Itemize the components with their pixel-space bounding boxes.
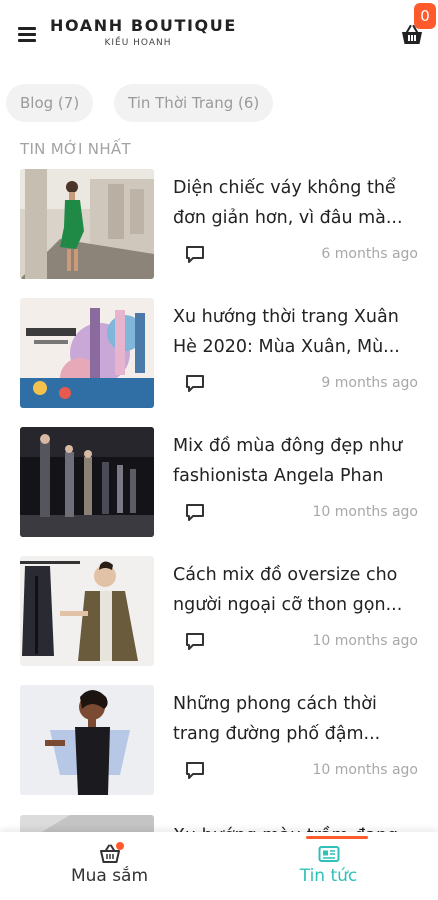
hamburger-menu-icon[interactable] bbox=[18, 27, 36, 43]
comment-icon[interactable] bbox=[184, 632, 206, 652]
bottom-navigation: Mua sắm Tin tức bbox=[0, 832, 438, 900]
article-time: 9 months ago bbox=[321, 375, 418, 391]
comment-icon[interactable] bbox=[184, 374, 206, 394]
article-thumbnail bbox=[20, 298, 154, 408]
brand-title: HOANH BOUTIQUE bbox=[50, 16, 237, 35]
article-time: 10 months ago bbox=[312, 762, 418, 778]
comment-icon[interactable] bbox=[184, 245, 206, 265]
article-thumbnail bbox=[20, 427, 154, 537]
comment-icon[interactable] bbox=[184, 503, 206, 523]
list-item[interactable]: Xu hướng thời trang Xuân Hè 2020: Mùa Xu… bbox=[0, 298, 438, 408]
article-title: Diện chiếc váy không thể đơn giản hơn, v… bbox=[173, 178, 403, 228]
list-item[interactable]: Mix đồ mùa đông đẹp như fashionista Ange… bbox=[0, 427, 438, 537]
news-icon bbox=[318, 844, 340, 864]
cart-count-badge: 0 bbox=[414, 3, 436, 29]
article-thumbnail bbox=[20, 556, 154, 666]
article-title: Xu hướng thời trang Xuân Hè 2020: Mùa Xu… bbox=[173, 307, 400, 357]
brand-subtitle: KIỀU HOANH bbox=[104, 38, 172, 48]
nav-news[interactable]: Tin tức bbox=[219, 832, 438, 900]
list-item[interactable]: Những phong cách thời trang đường phố đậ… bbox=[0, 685, 438, 795]
nav-shopping[interactable]: Mua sắm bbox=[0, 832, 219, 900]
article-time: 10 months ago bbox=[312, 504, 418, 520]
brand-logo[interactable]: HOANH BOUTIQUE KIỀU HOANH bbox=[50, 16, 237, 48]
article-time: 10 months ago bbox=[312, 633, 418, 649]
article-title: Mix đồ mùa đông đẹp như fashionista Ange… bbox=[173, 436, 403, 486]
chip-blog[interactable]: Blog (7) bbox=[6, 84, 94, 122]
article-thumbnail bbox=[20, 169, 154, 279]
chip-fashion-news[interactable]: Tin Thời Trang (6) bbox=[114, 84, 274, 122]
active-tab-indicator bbox=[306, 836, 368, 839]
nav-shopping-label: Mua sắm bbox=[70, 866, 149, 886]
comment-icon[interactable] bbox=[184, 761, 206, 781]
list-item[interactable]: Cách mix đồ oversize cho người ngoại cỡ … bbox=[0, 556, 438, 666]
section-title: TIN MỚI NHẤT bbox=[20, 140, 131, 158]
article-time: 6 months ago bbox=[321, 246, 418, 262]
article-thumbnail bbox=[20, 685, 154, 795]
list-item[interactable]: Diện chiếc váy không thể đơn giản hơn, v… bbox=[0, 169, 438, 279]
article-title: Những phong cách thời trang đường phố đậ… bbox=[173, 694, 381, 744]
nav-news-label: Tin tức bbox=[299, 866, 358, 886]
notification-dot bbox=[116, 842, 124, 850]
app-header: HOANH BOUTIQUE KIỀU HOANH 0 bbox=[0, 0, 438, 72]
article-title: Cách mix đồ oversize cho người ngoại cỡ … bbox=[173, 565, 403, 615]
